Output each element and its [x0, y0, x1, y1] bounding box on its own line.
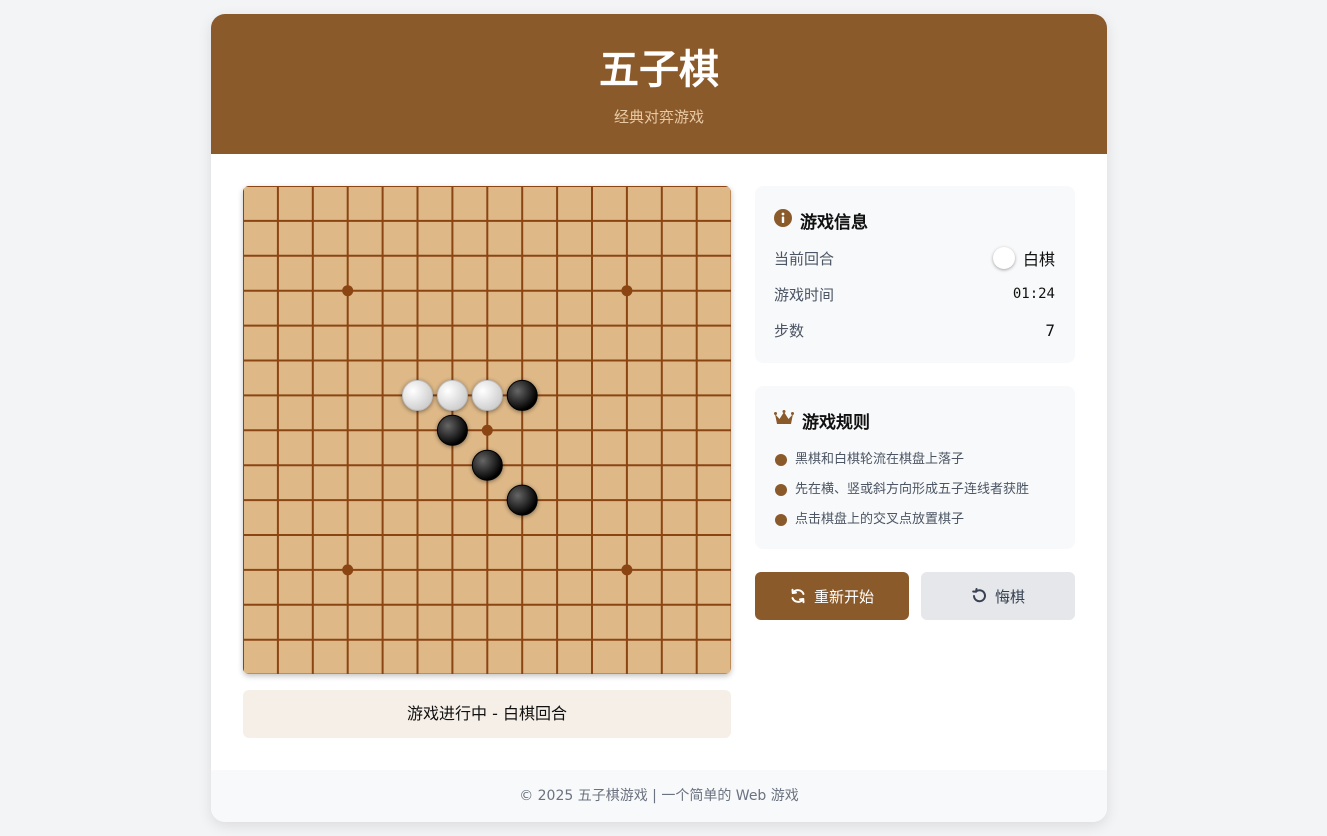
- refresh-icon: [790, 588, 806, 604]
- white-stone: [471, 379, 503, 411]
- star-point: [342, 564, 354, 576]
- game-rules-panel: 游戏规则 黑棋和白棋轮流在棋盘上落子 先在横、竖或斜方向形成五子连线者获胜 点击…: [755, 386, 1075, 549]
- turn-row: 当前回合 白棋: [774, 246, 1055, 270]
- header: 五子棋 经典对弈游戏: [211, 14, 1107, 154]
- game-card: 五子棋 经典对弈游戏 游戏进行中 - 白棋回合 游戏信息 当前回合 白棋 游戏时…: [211, 14, 1107, 822]
- turn-indicator: 白棋: [992, 246, 1055, 270]
- page-title: 五子棋: [599, 47, 719, 93]
- bullet-icon: [775, 513, 787, 526]
- game-board[interactable]: [243, 186, 731, 674]
- star-point: [621, 564, 633, 576]
- white-stone: [436, 379, 468, 411]
- black-stone: [506, 379, 538, 411]
- board-grid[interactable]: [243, 186, 731, 674]
- star-point: [621, 285, 633, 297]
- rule-item: 点击棋盘上的交叉点放置棋子: [775, 508, 964, 527]
- black-stone: [471, 449, 503, 481]
- restart-label: 重新开始: [813, 587, 874, 606]
- steps-label: 步数: [774, 321, 805, 340]
- turn-label: 当前回合: [774, 249, 835, 268]
- footer: © 2025 五子棋游戏 | 一个简单的 Web 游戏: [211, 770, 1107, 822]
- rule-text: 黑棋和白棋轮流在棋盘上落子: [795, 452, 965, 467]
- info-icon: [774, 209, 792, 232]
- star-point: [481, 424, 493, 436]
- game-info-panel: 游戏信息 当前回合 白棋 游戏时间 01:24 步数 7: [755, 186, 1075, 363]
- rules-panel-title: 游戏规则: [774, 408, 870, 433]
- rule-text: 先在横、竖或斜方向形成五子连线者获胜: [795, 482, 1030, 497]
- bullet-icon: [775, 483, 787, 496]
- white-stone: [402, 379, 433, 411]
- star-point: [342, 285, 354, 297]
- black-stone: [506, 484, 538, 516]
- info-title-text: 游戏信息: [800, 213, 868, 233]
- steps-value: 7: [1045, 320, 1055, 340]
- info-panel-title: 游戏信息: [774, 208, 868, 233]
- turn-value: 白棋: [1022, 250, 1055, 269]
- undo-icon: [971, 588, 987, 604]
- time-value: 01:24: [1012, 286, 1055, 302]
- rule-item: 先在横、竖或斜方向形成五子连线者获胜: [775, 478, 1029, 497]
- page-subtitle: 经典对弈游戏: [613, 108, 704, 126]
- time-row: 游戏时间 01:24: [774, 282, 1055, 306]
- undo-label: 悔棋: [994, 587, 1025, 606]
- black-stone: [436, 414, 468, 446]
- bullet-icon: [775, 453, 787, 466]
- rule-item: 黑棋和白棋轮流在棋盘上落子: [775, 448, 964, 467]
- rule-text: 点击棋盘上的交叉点放置棋子: [795, 512, 965, 527]
- status-bar: 游戏进行中 - 白棋回合: [243, 690, 731, 738]
- restart-button[interactable]: 重新开始: [755, 572, 909, 620]
- rules-title-text: 游戏规则: [802, 413, 870, 433]
- steps-row: 步数 7: [774, 318, 1055, 342]
- crown-icon: [774, 410, 794, 431]
- time-label: 游戏时间: [774, 285, 835, 304]
- white-stone-icon: [992, 247, 1015, 269]
- undo-button[interactable]: 悔棋: [921, 572, 1075, 620]
